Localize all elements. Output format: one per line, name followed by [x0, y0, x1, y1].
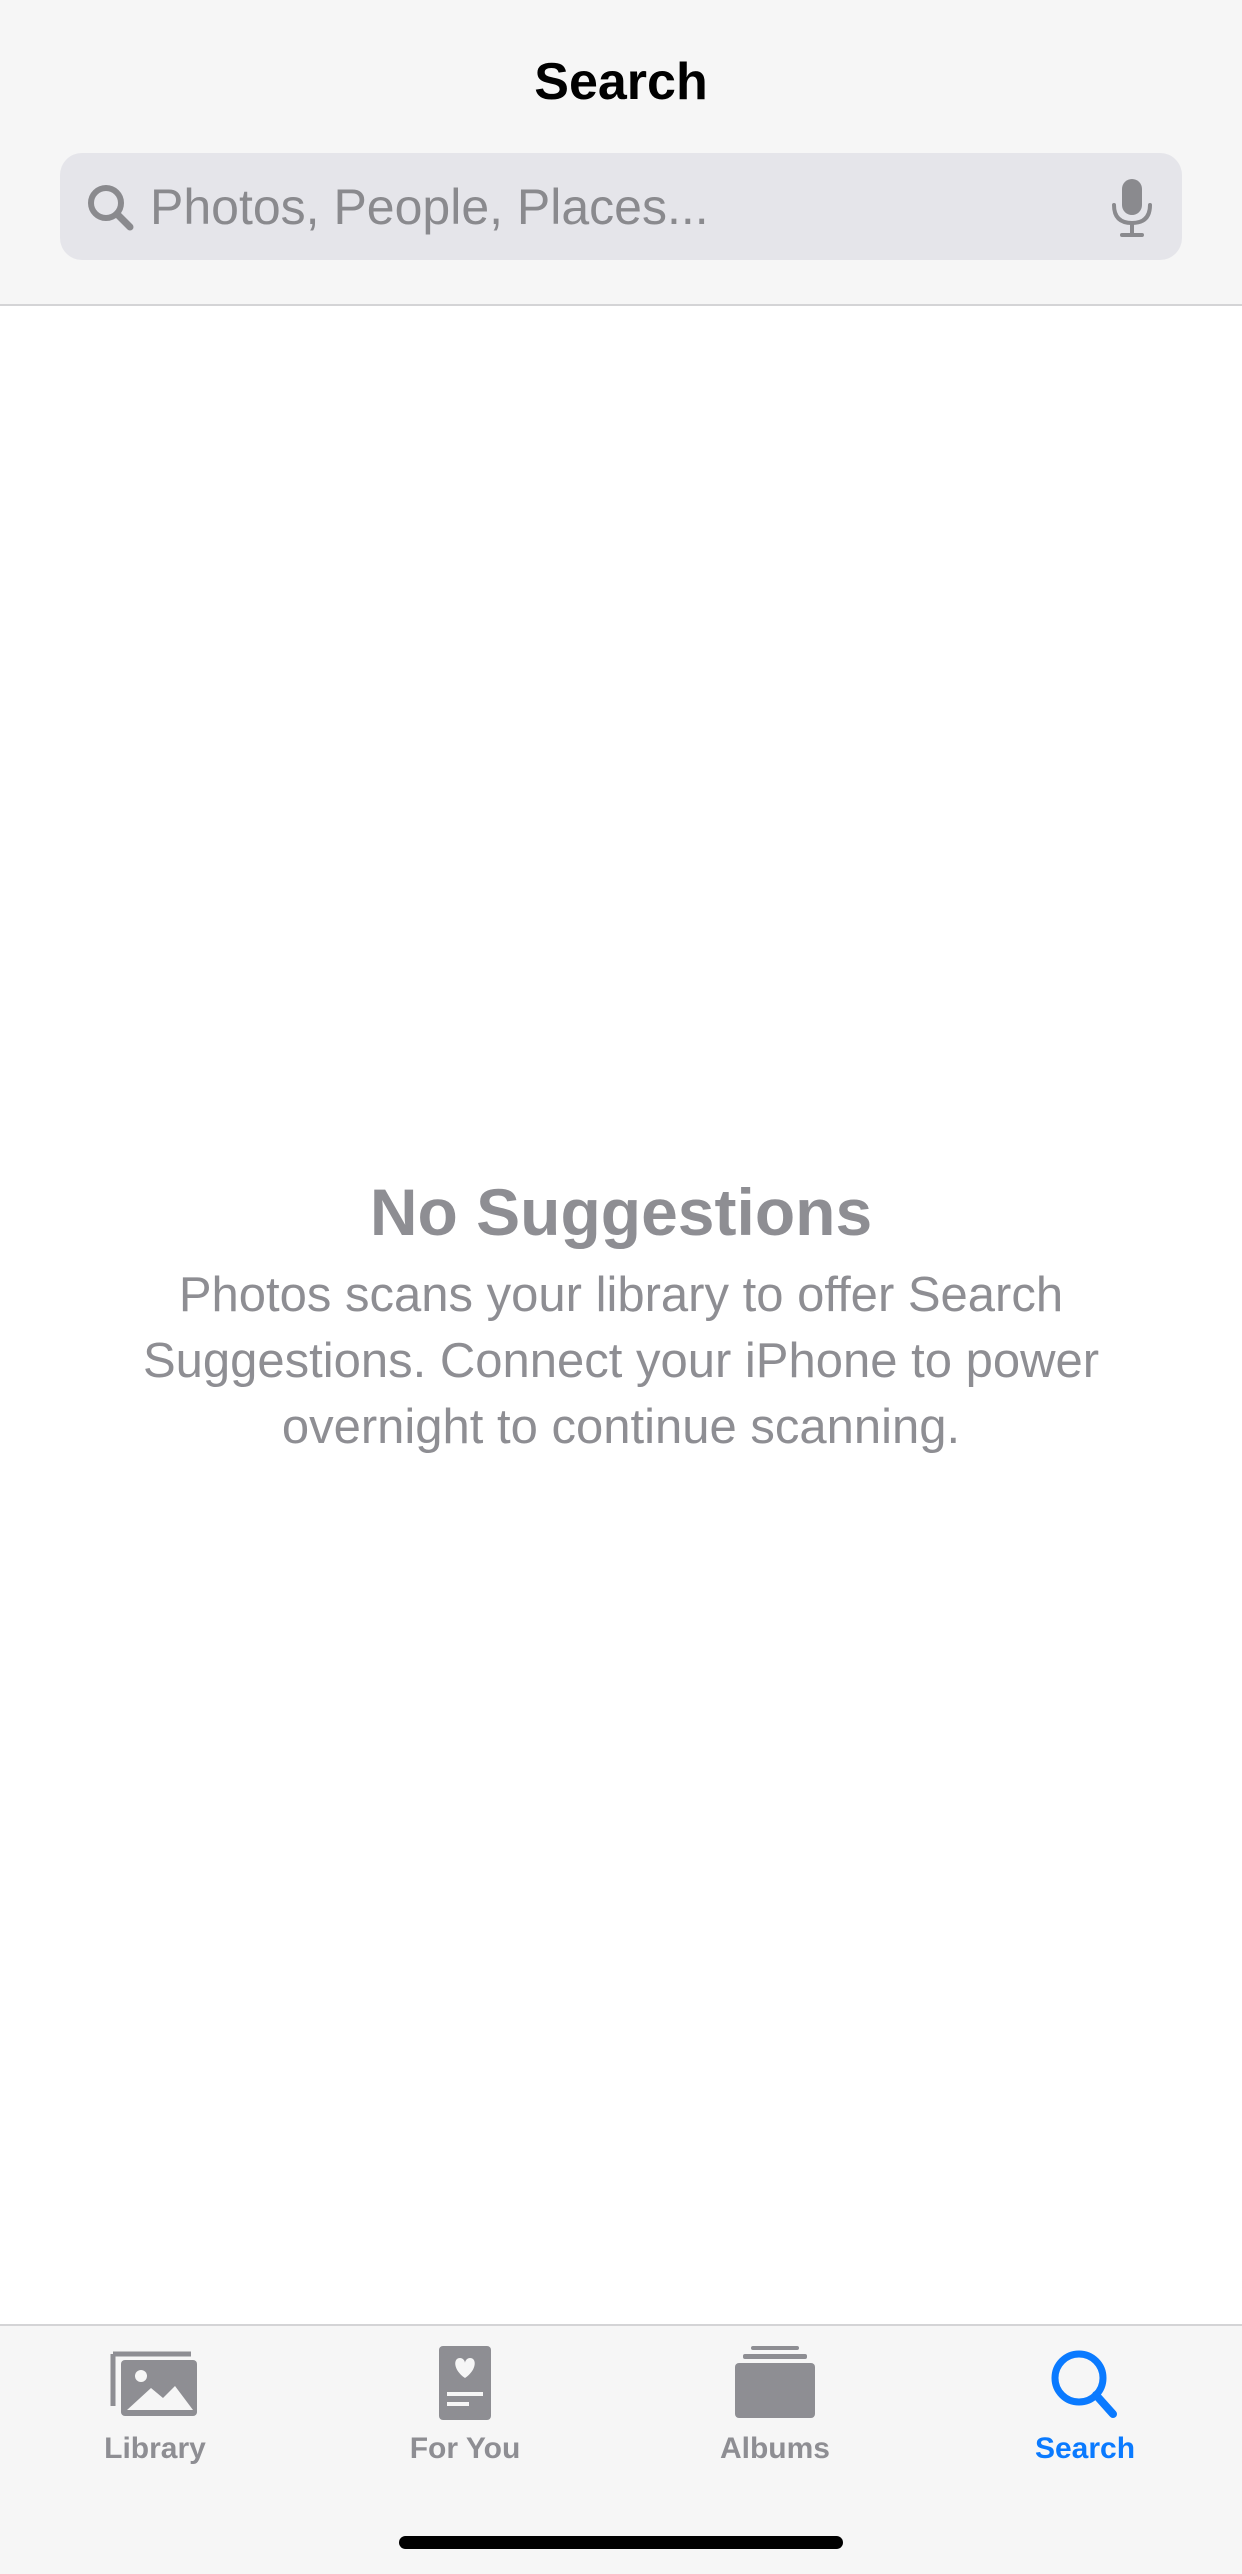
photos-search-screen: Search No Suggestions Photos scans your …: [0, 0, 1242, 2574]
tab-label-search: Search: [1034, 2432, 1136, 2465]
tab-label-for-you: For You: [409, 2432, 521, 2465]
tab-label-albums: Albums: [719, 2432, 830, 2465]
page-title: Search: [534, 53, 708, 111]
tab-label-library: Library: [104, 2432, 206, 2465]
search-icon: [88, 185, 134, 231]
tab-for-you[interactable]: For You: [310, 2326, 620, 2496]
empty-state: No Suggestions Photos scans your library…: [60, 1170, 1182, 1460]
empty-state-description: Photos scans your library to offer Searc…: [142, 1268, 1100, 1454]
search-icon: [1051, 2350, 1117, 2418]
heart-card-icon: [439, 2346, 491, 2420]
home-indicator[interactable]: [399, 2536, 843, 2549]
microphone-icon[interactable]: [1108, 177, 1156, 239]
empty-state-title: No Suggestions: [369, 1175, 873, 1249]
albums-icon: [735, 2346, 815, 2418]
search-input[interactable]: [150, 153, 1110, 260]
search-bar[interactable]: [60, 153, 1182, 260]
tab-search[interactable]: Search: [930, 2326, 1240, 2496]
photo-stack-icon: [110, 2351, 197, 2416]
tab-library[interactable]: Library: [0, 2326, 310, 2496]
navigation-header: Search: [0, 0, 1242, 306]
tab-albums[interactable]: Albums: [620, 2326, 930, 2496]
